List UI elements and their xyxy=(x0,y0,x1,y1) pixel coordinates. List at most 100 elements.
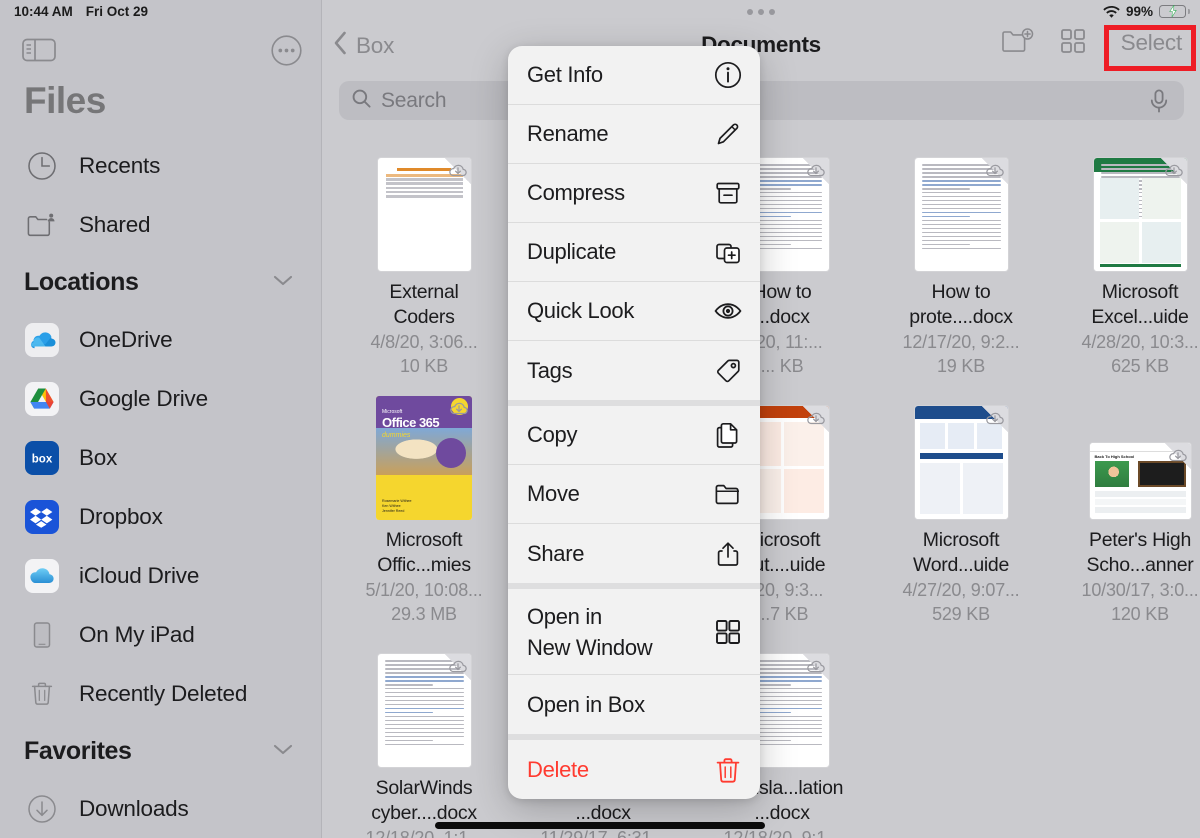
context-menu-item-open-in-new-window[interactable]: Open in New Window xyxy=(508,589,760,675)
icloud-download-icon xyxy=(448,161,468,181)
info-circle-icon xyxy=(714,61,742,89)
sidebar-item-recently-deleted[interactable]: Recently Deleted xyxy=(0,664,321,723)
eye-icon xyxy=(714,297,742,325)
context-menu-item-label: Compress xyxy=(527,180,625,205)
sidebar-item-box[interactable]: box Box xyxy=(0,428,321,487)
file-thumbnail xyxy=(1092,157,1188,272)
ipad-icon xyxy=(25,618,59,652)
onedrive-icon xyxy=(25,322,59,357)
trash-red-icon xyxy=(714,756,742,784)
file-name: Peter's High Scho...anner xyxy=(1086,529,1194,576)
context-menu-item-label: Share xyxy=(527,540,585,566)
navigation-bar: Box Documents Select xyxy=(322,26,1200,72)
svg-text:box: box xyxy=(32,453,53,465)
duplicate-plus-icon xyxy=(714,238,742,266)
context-menu-item-get-info[interactable]: Get Info xyxy=(508,46,760,105)
microphone-icon[interactable] xyxy=(1147,88,1171,119)
search-input[interactable]: Search xyxy=(339,81,1184,120)
file-grid-item[interactable]: External Coders 4/8/20, 3:06... 10 KB xyxy=(344,146,504,394)
context-menu-item-label: Open in Box xyxy=(527,691,645,717)
ipad-files-app-screen: Files Recents Shared Locations OneDrive … xyxy=(0,0,1200,838)
context-menu-item-share[interactable]: Share xyxy=(508,524,760,583)
sidebar-item-shared[interactable]: Shared xyxy=(0,195,321,254)
context-menu-group: Delete xyxy=(508,734,760,799)
file-name: Microsoft Excel...uide xyxy=(1091,281,1189,328)
icloud-download-icon xyxy=(985,409,1005,429)
context-menu-item-copy[interactable]: Copy xyxy=(508,406,760,465)
context-menu-item-compress[interactable]: Compress xyxy=(508,164,760,223)
context-menu-item-duplicate[interactable]: Duplicate xyxy=(508,223,760,282)
file-thumbnail-wrap xyxy=(376,146,472,272)
new-folder-icon[interactable] xyxy=(1001,27,1035,60)
sidebar-item-recents[interactable]: Recents xyxy=(0,136,321,195)
home-indicator[interactable] xyxy=(435,822,765,829)
charging-bolt-icon xyxy=(1168,5,1177,17)
context-menu-item-tags[interactable]: Tags xyxy=(508,341,760,400)
pencil-icon xyxy=(714,120,742,148)
status-left: 10:44 AM Fri Oct 29 xyxy=(14,4,148,19)
file-thumbnail xyxy=(913,157,1009,272)
file-grid-item[interactable]: SolarWindscyber....docx12/18/20, 1:1...2… xyxy=(344,642,504,838)
file-thumbnail: Microsoft Office 365 dummies Rosemarie With… xyxy=(376,396,472,520)
sidebar-item-dropbox[interactable]: Dropbox xyxy=(0,487,321,546)
sidebar-item-label: Downloads xyxy=(79,795,189,821)
sidebar-item-downloads[interactable]: Downloads xyxy=(0,779,321,838)
file-size: 529 KB xyxy=(932,604,990,624)
file-grid-item[interactable]: Microsoft Office 365 dummies Rosemarie With… xyxy=(344,394,504,642)
context-menu-item-open-in-box[interactable]: Open in Box xyxy=(508,675,760,734)
file-size: ...7 KB xyxy=(755,604,809,624)
file-grid-item[interactable]: Microsoft Word...uide 4/27/20, 9:07... 529 … xyxy=(881,394,1041,642)
sidebar-item-onedrive[interactable]: OneDrive xyxy=(0,310,321,369)
sidebar-item-icloud-drive[interactable]: iCloud Drive xyxy=(0,546,321,605)
status-time: 10:44 AM xyxy=(14,3,73,19)
clock-icon xyxy=(25,149,59,183)
context-menu-item-quick-look[interactable]: Quick Look xyxy=(508,282,760,341)
file-thumbnail xyxy=(376,157,472,272)
context-menu-item-delete[interactable]: Delete xyxy=(508,740,760,799)
file-grid-item[interactable]: Back To High School Peter's High Scho...an… xyxy=(1060,394,1200,642)
chevron-down-icon[interactable] xyxy=(272,742,294,761)
file-size: 10 KB xyxy=(399,356,449,376)
grid-view-icon[interactable] xyxy=(1059,27,1087,60)
file-grid-item[interactable]: Microsoft Excel...uide 4/28/20, 10:3... 625… xyxy=(1060,146,1200,394)
context-menu-item-move[interactable]: Move xyxy=(508,465,760,524)
context-menu[interactable]: Get Info Rename Compress Duplicate Quick Loo… xyxy=(508,46,760,799)
icloud-drive-icon xyxy=(25,558,59,593)
status-date: Fri Oct 29 xyxy=(85,3,149,19)
icloud-download-icon xyxy=(806,161,826,181)
battery-percent-label: 99% xyxy=(1125,3,1153,19)
battery-icon xyxy=(1159,4,1190,18)
sidebar-item-google-drive[interactable]: Google Drive xyxy=(0,369,321,428)
context-menu-group: Get Info Rename Compress Duplicate Quick Loo… xyxy=(508,46,760,400)
context-menu-item-label: Quick Look xyxy=(527,298,635,323)
sidebar-item-on-my-ipad[interactable]: On My iPad xyxy=(0,605,321,664)
file-grid-item[interactable]: How to prote....docx 12/17/20, 9:2... 19 KB xyxy=(881,146,1041,394)
sidebar-section-favorites[interactable]: Favorites xyxy=(0,723,321,779)
file-grid: ExternalCoders4/8/20, 3:06...10 KBBackin… xyxy=(322,146,1200,838)
file-thumbnail-wrap xyxy=(1092,146,1188,272)
context-menu-item-label: Move xyxy=(527,481,580,506)
page-title: Files xyxy=(24,80,106,121)
file-size: 19 KB xyxy=(936,356,986,376)
icloud-download-icon xyxy=(806,409,826,429)
dropbox-icon xyxy=(25,499,59,534)
icloud-download-icon xyxy=(1168,446,1188,466)
sidebar-toggle-icon[interactable] xyxy=(22,37,56,63)
file-size: 120 KB xyxy=(1111,604,1169,624)
icloud-download-icon xyxy=(806,657,826,677)
sidebar-item-label: Shared xyxy=(79,211,151,237)
context-menu-item-label: Tags xyxy=(527,357,573,383)
file-thumbnail-wrap xyxy=(376,642,472,768)
sidebar-section-locations[interactable]: Locations xyxy=(0,254,321,310)
box-icon: box xyxy=(25,440,59,475)
status-bar: 10:44 AM Fri Oct 29 99% xyxy=(0,0,1200,22)
more-ellipsis-icon[interactable] xyxy=(271,34,302,66)
file-name: External Coders xyxy=(389,281,459,328)
select-button[interactable]: Select xyxy=(1111,26,1192,60)
icloud-download-icon xyxy=(449,399,469,419)
file-thumbnail-wrap: Back To High School xyxy=(1088,394,1192,520)
context-menu-item-rename[interactable]: Rename xyxy=(508,105,760,164)
context-menu-item-label: Delete xyxy=(527,756,589,782)
copy-pages-icon xyxy=(714,421,742,449)
chevron-down-icon[interactable] xyxy=(272,273,294,292)
